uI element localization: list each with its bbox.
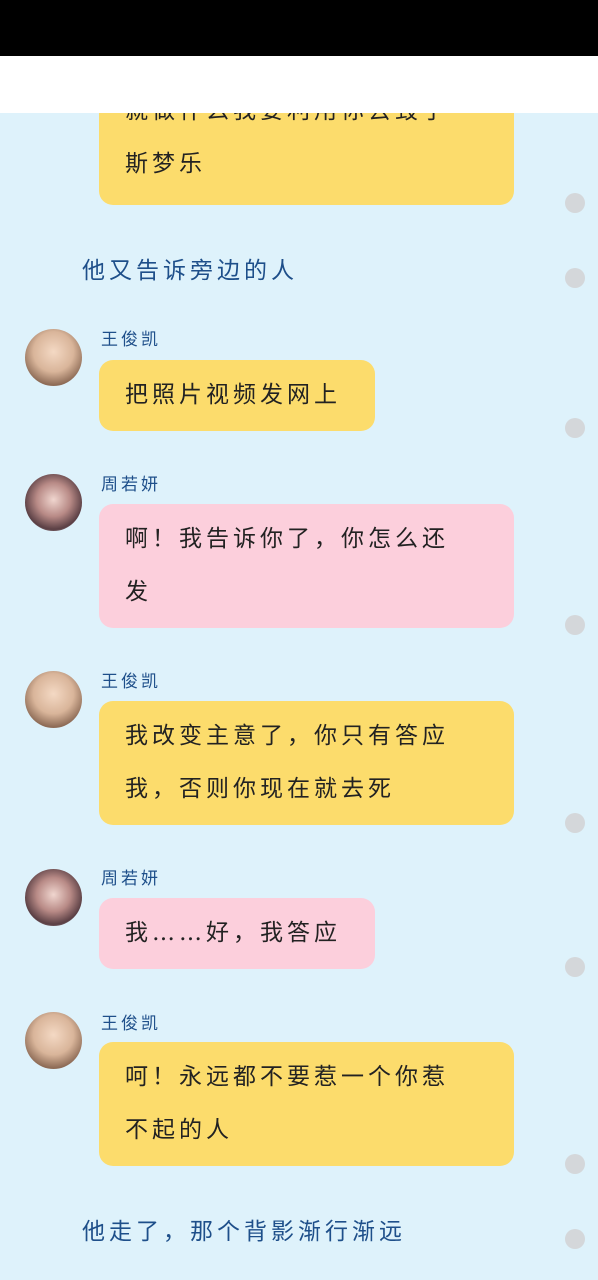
status-bar (0, 0, 598, 56)
scroll-indicator-dot (565, 193, 585, 213)
avatar[interactable] (25, 1012, 82, 1069)
scroll-indicator-dot (565, 957, 585, 977)
avatar[interactable] (25, 869, 82, 926)
message-line: 我，否则你现在就去死 (125, 776, 395, 802)
message-line: 啊！我告诉你了，你怎么还 (125, 526, 449, 552)
sender-name: 王俊凯 (101, 672, 161, 692)
message-bubble: 我……好，我答应 (99, 898, 375, 969)
message-bubble: 把照片视频发网上 (99, 360, 375, 431)
sender-name: 王俊凯 (101, 330, 161, 350)
scroll-indicator-dot (565, 1229, 585, 1249)
message-line: 发 (125, 579, 152, 605)
message-line: 就做什么我要利用你去毁了 (125, 113, 488, 138)
avatar[interactable] (25, 474, 82, 531)
sender-name: 周若妍 (101, 869, 161, 889)
message-line: 把照片视频发网上 (125, 382, 341, 408)
avatar[interactable] (25, 329, 82, 386)
message-line: 我改变主意了，你只有答应 (125, 723, 449, 749)
narration-text: 他又告诉旁边的人 (82, 258, 298, 284)
header-bar (0, 56, 598, 113)
message-line: 斯梦乐 (125, 151, 206, 177)
scroll-indicator-dot (565, 813, 585, 833)
sender-name: 周若妍 (101, 475, 161, 495)
message-line: 呵！永远都不要惹一个你惹 (125, 1064, 449, 1090)
scroll-indicator-dot (565, 1154, 585, 1174)
message-bubble: 我改变主意了，你只有答应 我，否则你现在就去死 (99, 701, 514, 825)
chat-area[interactable]: 就做什么我要利用你去毁了 斯梦乐 他又告诉旁边的人 王俊凯 把照片视频发网上 周… (0, 113, 598, 1280)
message-line: 我……好，我答应 (125, 920, 341, 946)
avatar[interactable] (25, 671, 82, 728)
message-line: 不起的人 (125, 1117, 233, 1143)
sender-name: 王俊凯 (101, 1014, 161, 1034)
scroll-indicator-dot (565, 615, 585, 635)
message-bubble: 啊！我告诉你了，你怎么还 发 (99, 504, 514, 628)
message-bubble: 呵！永远都不要惹一个你惹 不起的人 (99, 1042, 514, 1166)
scroll-indicator-dot (565, 418, 585, 438)
scroll-indicator-dot (565, 268, 585, 288)
message-bubble-top: 就做什么我要利用你去毁了 斯梦乐 (99, 113, 514, 205)
narration-text: 他走了，那个背影渐行渐远 (82, 1219, 406, 1245)
